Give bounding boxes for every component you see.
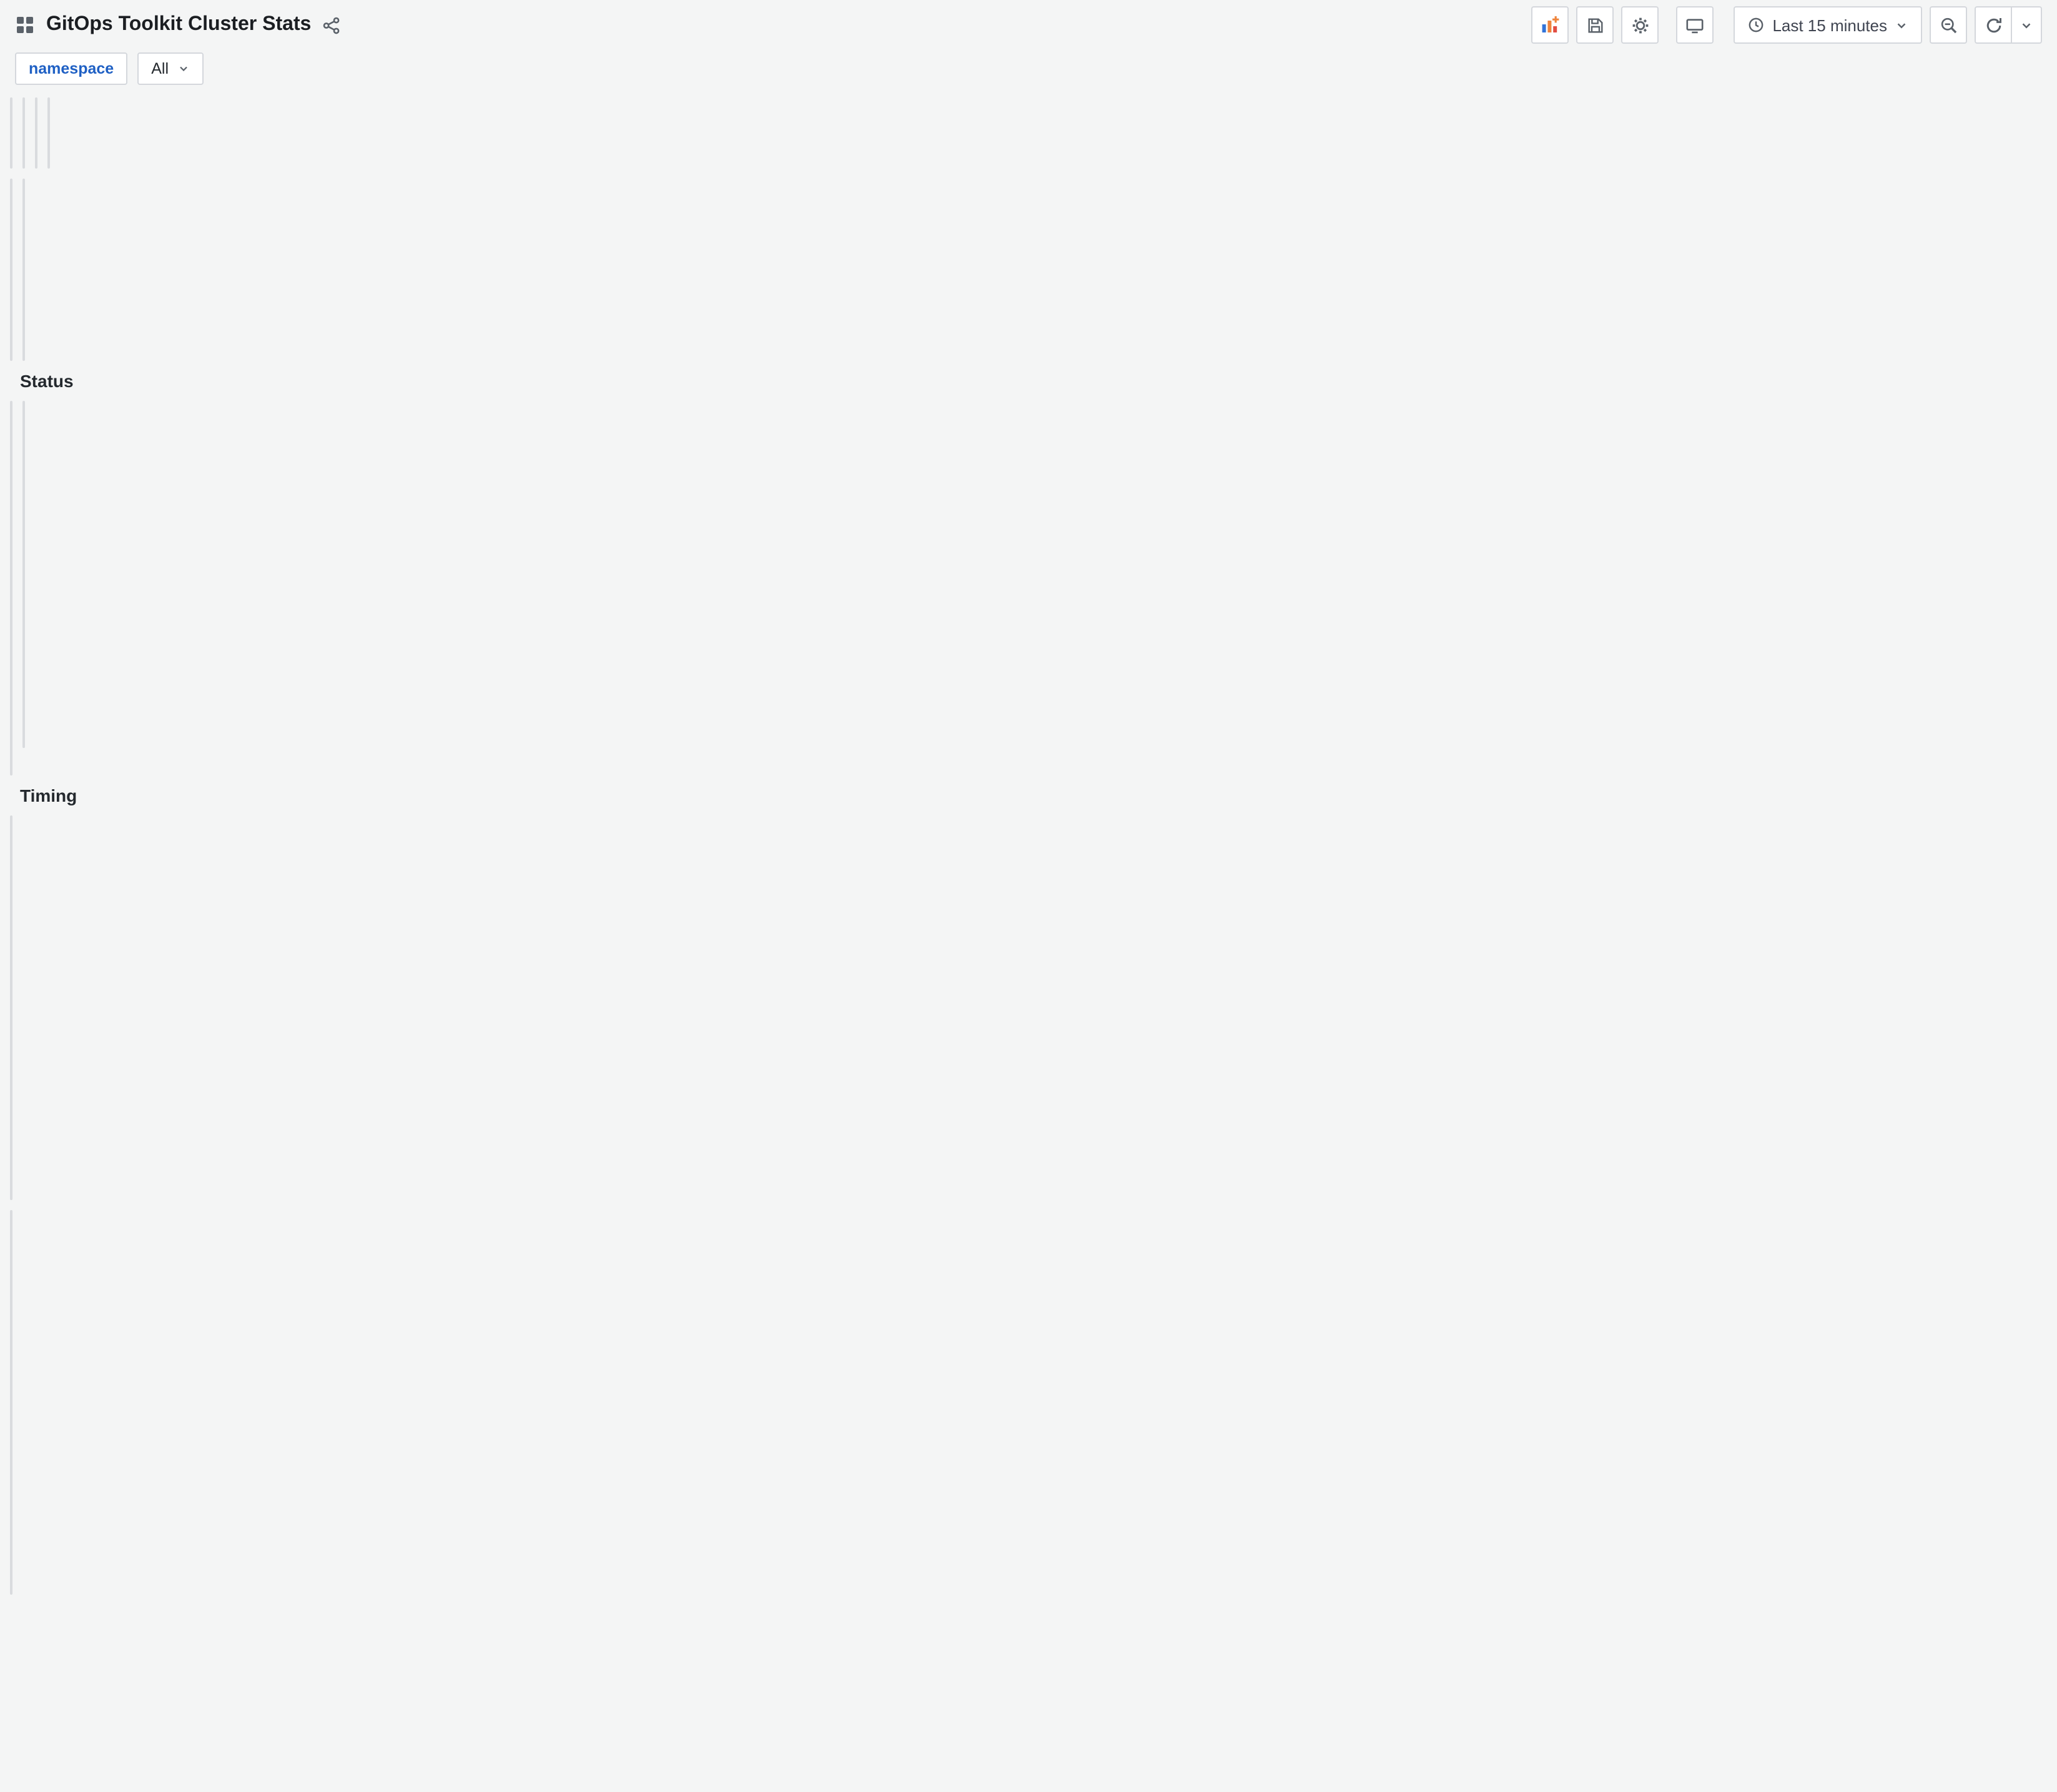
table-row: GitRepositorymonitoringReady — [24, 511, 25, 554]
timeseries-panel-source-acquisition-duration: Source acquisition duration0 s500 ms1.0 … — [10, 1210, 12, 1595]
save-icon — [1587, 17, 1602, 32]
chart-body: 0 s500 ms1.0 s1.5 s2.0 s2.5 s15:5315:541… — [11, 885, 12, 1200]
variable-label-namespace: namespace — [15, 52, 128, 85]
table-row: HelmReleasecontourReady — [11, 511, 12, 554]
share-icon[interactable] — [322, 16, 341, 34]
zoom-out-icon — [1940, 17, 1956, 33]
cell-kind: HelmRelease — [11, 554, 12, 596]
gear-icon — [1632, 17, 1648, 33]
cell-kind: Kustomization — [11, 639, 12, 681]
stat-panel-cluster-reconcilers: Cluster Reconcilers5 — [10, 97, 12, 169]
table-row: GitRepositorytest2Not Ready — [24, 596, 25, 639]
variable-namespace-dropdown[interactable]: All — [137, 52, 204, 85]
column-header-kind[interactable]: Kind — [24, 475, 25, 511]
section-title-timing: Timing — [20, 785, 77, 805]
refresh-icon — [1986, 17, 2001, 32]
column-header-kind[interactable]: Kind — [11, 475, 12, 511]
dashboard-submenu: namespace All — [0, 50, 2057, 97]
timeseries-panel-cluster-reconciliation-duration: Cluster reconciliation duration0 s500 ms… — [10, 815, 12, 1200]
chevron-down-icon — [180, 66, 187, 72]
gauge-row: 1.2 s — [24, 297, 25, 331]
chevron-down-icon — [1897, 22, 1906, 28]
table-row: KustomizationpodinfoReady — [11, 639, 12, 681]
cell-kind: HelmRelease — [11, 511, 12, 554]
panel-title[interactable]: Cluster reconciliation readiness — [11, 402, 12, 471]
table-row: HelmRepositorybitnamiReady — [24, 639, 25, 681]
row-toggle-timing[interactable]: Timing — [10, 785, 77, 805]
panel-title[interactable]: Failing Reconcilers — [24, 99, 25, 149]
refresh-interval-dropdown[interactable] — [2012, 6, 2042, 44]
save-dashboard-button[interactable] — [1576, 6, 1614, 44]
refresh-button[interactable] — [1975, 6, 2012, 44]
panel-title[interactable]: Source acquisition duration — [11, 1211, 12, 1280]
time-range-picker[interactable]: Last 15 minutes — [1734, 6, 1922, 44]
panel-title[interactable]: Kubernetes Manifests Sources — [36, 99, 37, 167]
panel-title[interactable]: Source acquisition readiness — [24, 402, 25, 471]
variable-label-text: namespace — [29, 60, 114, 77]
table-header-row: KindNameStatus — [11, 475, 12, 511]
cell-kind: GitRepository — [24, 554, 25, 596]
chart-body: 0 s500 ms1.0 s1.5 s2.0 s2.5 s15:5315:541… — [11, 1280, 12, 1595]
panel-title[interactable]: Failing Sources — [49, 99, 50, 149]
table-row: KustomizationtestNot Ready — [11, 681, 12, 724]
section-title-status: Status — [20, 371, 74, 391]
stat-panel-kubernetes-manifests-sources: Kubernetes Manifests Sources6 — [35, 97, 37, 169]
dashboard-settings-button[interactable] — [1621, 6, 1659, 44]
table-header-row: KindNameStatus — [24, 475, 25, 511]
add-panel-button[interactable] — [1531, 6, 1569, 44]
readiness-table: KindNameStatusHelmReleasecontourReadyHel… — [11, 475, 12, 724]
readiness-table: KindNameStatusGitRepositorymonitoringRea… — [24, 475, 25, 748]
time-range-label: Last 15 minutes — [1772, 16, 1887, 34]
row-toggle-status[interactable]: Status — [10, 371, 74, 391]
panel-title[interactable]: Reconciler ops avg. duration — [11, 180, 12, 267]
panel-title[interactable]: Cluster reconciliation duration — [11, 817, 12, 885]
table-row: HelmReleaseminioReady — [11, 554, 12, 596]
apps-icon[interactable] — [15, 15, 35, 35]
add-panel-icon — [1542, 16, 1559, 32]
cell-kind: Kustomization — [11, 681, 12, 724]
cell-kind: HelmRepository — [24, 724, 25, 748]
dashboard-header: GitOps Toolkit Cluster Stats Last 15 min… — [0, 0, 2057, 50]
panel-title[interactable]: Source ops avg. duration — [24, 180, 25, 267]
dashboard-grid: Cluster Reconcilers5Failing Reconcilers1… — [0, 97, 77, 1595]
stat-panel-failing-reconcilers: Failing Reconcilers1 — [22, 97, 25, 169]
table-panel-source-acquisition-readiness: Source acquisition readiness KindNameStat… — [22, 401, 25, 748]
cell-kind: GitRepository — [24, 511, 25, 554]
table-row: HelmRepositorytestNot Ready — [24, 724, 25, 748]
cell-kind: Kustomization — [11, 596, 12, 639]
cycle-view-button[interactable] — [1676, 6, 1714, 44]
tv-icon — [1686, 18, 1704, 33]
chevron-down-icon — [2022, 22, 2031, 28]
zoom-out-button[interactable] — [1930, 6, 1967, 44]
clock-icon — [1749, 17, 1763, 32]
cell-kind: HelmRepository — [24, 639, 25, 681]
variable-value-text: All — [151, 60, 169, 77]
table-panel-cluster-reconciliation-readiness: Cluster reconciliation readiness KindName… — [10, 401, 12, 775]
bargauge-panel-source-ops-avg-duration: Source ops avg. durationGitRepository1.2… — [22, 179, 25, 361]
stat-panel-failing-sources: Failing Sources2 — [47, 97, 50, 169]
table-row: HelmRepositoryminioReady — [24, 681, 25, 724]
table-row: KustomizationmonitoringReady — [11, 596, 12, 639]
bargauge-panel-reconciler-ops-avg-duration: Reconciler ops avg. durationHelmRelease4… — [10, 179, 12, 361]
dashboard-title: GitOps Toolkit Cluster Stats — [46, 14, 312, 35]
panel-title[interactable]: Cluster Reconcilers — [11, 99, 12, 149]
gauge-row: 43.6 ms — [11, 297, 12, 331]
cell-kind: GitRepository — [24, 596, 25, 639]
cell-kind: HelmRepository — [24, 681, 25, 724]
table-row: GitRepositorypodinfoReady — [24, 554, 25, 596]
